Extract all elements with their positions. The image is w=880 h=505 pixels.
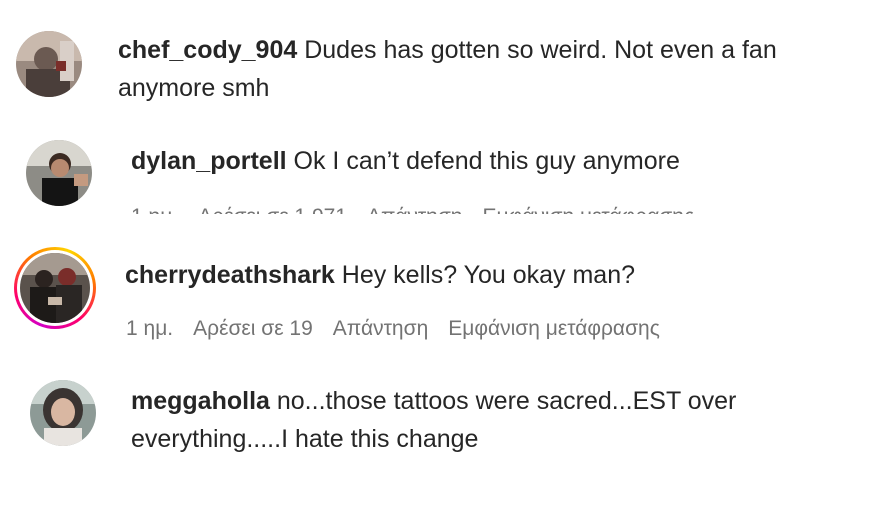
avatar-image bbox=[16, 31, 82, 97]
comment-username[interactable]: dylan_portell bbox=[131, 147, 287, 175]
avatar[interactable] bbox=[16, 31, 82, 97]
comment-meta-clip: 1 ημ. Αρέσει σε 1.971 Απάντηση Εμφάνιση μετ… bbox=[131, 196, 871, 214]
avatar[interactable] bbox=[20, 253, 90, 323]
avatar-image bbox=[26, 140, 92, 206]
avatar-image bbox=[30, 380, 96, 446]
comment-text: Hey kells? You okay man? bbox=[334, 261, 636, 289]
comment-username[interactable]: meggaholla bbox=[131, 387, 270, 415]
comment-time: 1 ημ. bbox=[126, 317, 174, 340]
comment-username[interactable]: chef_cody_904 bbox=[118, 36, 297, 64]
see-translation-button[interactable]: Εμφάνιση μετάφρασης bbox=[482, 205, 694, 214]
comment-username[interactable]: cherrydeathshark bbox=[125, 261, 335, 289]
comment-body: dylan_portell Ok I can’t defend this guy… bbox=[131, 142, 861, 180]
comment-meta: 1 ημ. Αρέσει σε 1.971 Απάντηση Εμφάνιση μετ… bbox=[131, 204, 714, 214]
reply-button[interactable]: Απάντηση bbox=[367, 205, 462, 214]
reply-button[interactable]: Απάντηση bbox=[333, 317, 428, 340]
comment-body: meggaholla no...those tattoos were sacre… bbox=[131, 382, 821, 458]
see-translation-button[interactable]: Εμφάνιση μετάφρασης bbox=[448, 317, 660, 340]
comment-meta: 1 ημ. Αρέσει σε 19 Απάντηση Εμφάνιση μετάφρ… bbox=[126, 316, 680, 342]
comment-body: cherrydeathshark Hey kells? You okay man… bbox=[125, 256, 865, 294]
comment-time: 1 ημ. bbox=[131, 205, 178, 214]
avatar[interactable] bbox=[30, 380, 96, 446]
avatar[interactable] bbox=[26, 140, 92, 206]
comment-text: Ok I can’t defend this guy anymore bbox=[286, 147, 680, 175]
comment-body: chef_cody_904 Dudes has gotten so weird.… bbox=[118, 31, 863, 107]
comment-likes[interactable]: Αρέσει σε 1.971 bbox=[198, 205, 347, 214]
avatar-image bbox=[20, 253, 90, 323]
comment-likes[interactable]: Αρέσει σε 19 bbox=[193, 317, 313, 340]
